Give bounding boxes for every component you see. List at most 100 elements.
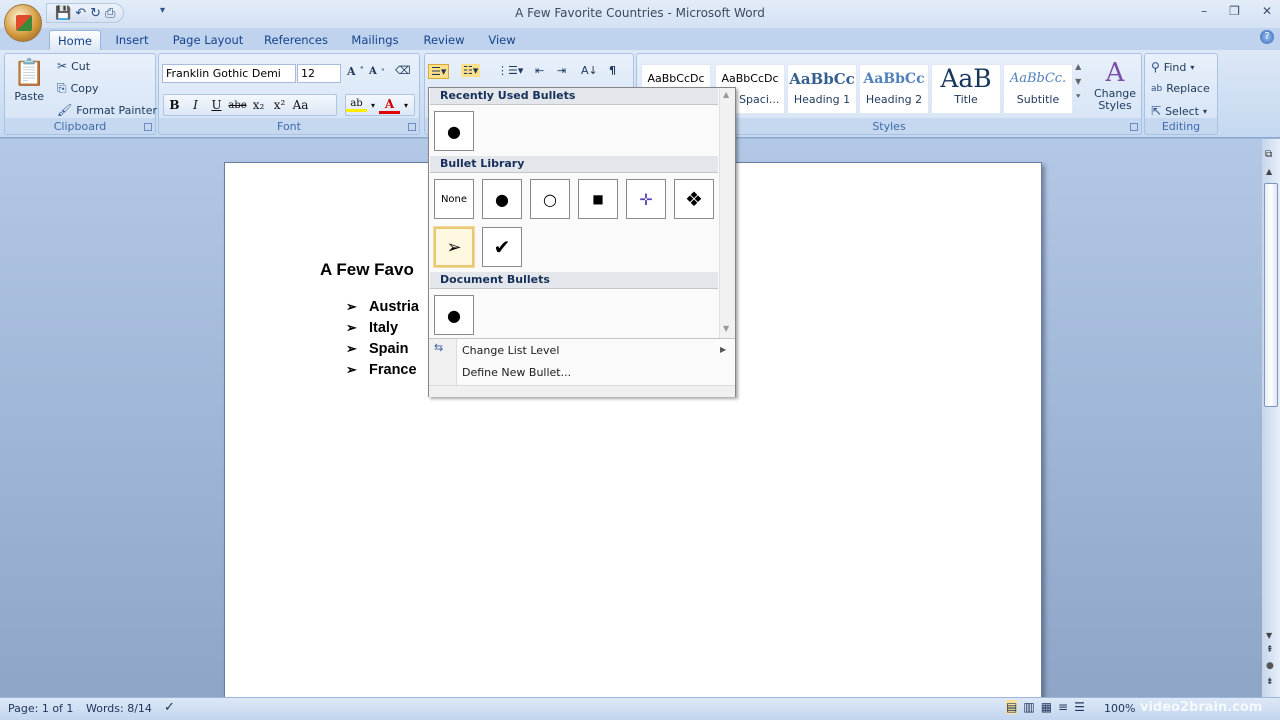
help-icon[interactable]: ? [1260,30,1274,44]
list-item[interactable]: ➢ Italy [346,320,398,336]
list-item[interactable]: ➢ Austria [346,299,419,315]
scroll-thumb[interactable] [1264,183,1278,407]
bullet-none[interactable]: None [434,179,474,219]
decrease-indent-icon[interactable]: ⇤ [535,64,544,77]
bullet-diamonds[interactable]: ❖ [674,179,714,219]
change-list-level-item[interactable]: Change List Level [462,344,559,357]
browse-object-icon[interactable]: ● [1266,661,1274,671]
tab-page-layout[interactable]: Page Layout [170,30,246,51]
tab-references[interactable]: References [262,30,330,51]
underline-button[interactable]: U [206,98,227,112]
change-styles-button[interactable]: A Change Styles [1093,58,1137,112]
paste-button[interactable]: 📋 Paste [13,58,45,103]
page-count[interactable]: Page: 1 of 1 [8,702,73,715]
highlight-dropdown-icon[interactable]: ▾ [367,101,379,110]
bullet-circle[interactable]: ○ [530,179,570,219]
minimize-icon[interactable]: – [1201,4,1207,18]
color-buttons: ab ▾ A ▾ [345,94,415,116]
define-new-bullet-item[interactable]: Define New Bullet... [462,366,571,379]
tab-insert[interactable]: Insert [110,30,154,51]
restore-icon[interactable]: ❐ [1229,4,1240,18]
increase-indent-icon[interactable]: ⇥ [557,64,566,77]
office-button[interactable] [4,4,42,42]
styles-launcher-icon[interactable] [1130,123,1138,131]
document-bullet-disc[interactable]: ● [434,295,474,335]
style-heading-2[interactable]: AaBbCc Heading 2 [859,64,929,114]
web-layout-icon[interactable]: ▦ [1041,700,1052,714]
change-case-button[interactable]: Aa [290,98,311,112]
find-button[interactable]: ⚲ Find ▾ [1151,60,1194,74]
bullet-checkmark[interactable]: ✔ [482,227,522,267]
tab-view[interactable]: View [484,30,520,51]
recent-bullet-disc[interactable]: ● [434,111,474,151]
highlight-icon[interactable]: ab [346,98,367,112]
grow-font-button[interactable]: A ˄ [347,65,364,78]
outline-icon[interactable]: ≡ [1058,700,1068,714]
next-page-icon[interactable]: ⇟ [1266,677,1274,687]
binoculars-icon: ⚲ [1151,60,1160,74]
copy-button[interactable]: ⎘ Copy [57,81,99,96]
change-list-level-icon: ⇆ [434,341,444,354]
show-formatting-icon[interactable]: ¶ [609,64,616,77]
full-screen-reading-icon[interactable]: ▥ [1023,700,1034,714]
redo-icon[interactable]: ↻ [90,6,101,21]
font-color-icon[interactable]: A [379,97,400,114]
zoom-level[interactable]: 100% [1104,702,1135,715]
list-item[interactable]: ➢ Spain [346,341,408,357]
tab-home[interactable]: Home [49,30,101,51]
style-title[interactable]: AaB Title [931,64,1001,114]
bullets-button[interactable]: ☰▾ [428,64,450,79]
bullet-arrow[interactable]: ➢ [434,227,474,267]
previous-page-icon[interactable]: ⇞ [1266,645,1274,655]
close-icon[interactable]: ✕ [1262,4,1272,18]
superscript-button[interactable]: x² [269,98,290,112]
cut-button[interactable]: ✂ Cut [57,59,90,73]
bullet-crosshair[interactable]: ✛ [626,179,666,219]
font-color-dropdown-icon[interactable]: ▾ [400,101,412,110]
style-heading-1[interactable]: AaBbCc Heading 1 [787,64,857,114]
tab-review[interactable]: Review [420,30,468,51]
editing-label: Editing [1161,120,1201,133]
multilevel-list-button[interactable]: ⋮☰▾ [497,64,523,77]
scroll-up-icon[interactable]: ▲ [723,90,729,99]
scroll-up-icon[interactable]: ▲ [1266,167,1272,176]
bullet-square[interactable]: ■ [578,179,618,219]
shrink-font-button[interactable]: A ˅ [369,66,385,77]
strikethrough-button[interactable]: abe [227,100,248,111]
menu-scrollbar[interactable]: ▲ ▼ [719,88,735,338]
font-launcher-icon[interactable] [408,123,416,131]
clipboard-launcher-icon[interactable] [144,123,152,131]
subscript-button[interactable]: x₂ [248,98,269,112]
resize-grip[interactable] [429,385,735,397]
vertical-scrollbar[interactable]: ⧉ ▲ ▼ ⇞ ● ⇟ [1262,139,1280,697]
print-layout-icon[interactable]: ▤ [1006,700,1018,714]
list-item[interactable]: ➢ France [346,362,417,378]
styles-scroll-buttons[interactable]: ▲ ▼ ⯆ [1075,62,1081,102]
style-subtitle[interactable]: AaBbCc. Subtitle [1003,64,1073,114]
tab-mailings[interactable]: Mailings [346,30,404,51]
bullet-disc[interactable]: ● [482,179,522,219]
print-icon[interactable]: ⎙ [105,6,115,21]
replace-button[interactable]: ab Replace [1151,82,1210,95]
scroll-down-icon[interactable]: ▼ [1266,631,1272,640]
italic-button[interactable]: I [185,98,206,112]
font-name-select[interactable]: Franklin Gothic Demi [162,64,296,83]
sort-icon[interactable]: A↓ [581,64,598,77]
document-heading[interactable]: A Few Favo [320,260,414,280]
scroll-down-icon[interactable]: ▼ [723,324,729,333]
undo-icon[interactable]: ↶ [75,6,86,21]
format-painter-button[interactable]: 🖌 Format Painter [57,103,157,117]
save-icon[interactable]: 💾 [55,6,71,21]
font-size-select[interactable]: 12 [297,64,341,83]
numbering-button[interactable]: ☷▾ [461,64,481,77]
clear-formatting-icon[interactable]: ⌫ [395,64,411,77]
draft-icon[interactable]: ☰ [1074,700,1085,714]
editing-group: ⚲ Find ▾ ab Replace ⇱ Select ▾ Editing [1144,53,1218,135]
replace-icon: ab [1151,83,1163,94]
bold-button[interactable]: B [164,98,185,112]
word-count[interactable]: Words: 8/14 [86,702,152,715]
select-button[interactable]: ⇱ Select ▾ [1151,104,1207,118]
customize-qat-icon[interactable]: ▾ [160,5,165,16]
ruler-toggle-icon[interactable]: ⧉ [1265,149,1272,160]
proofing-icon[interactable]: ✓ [164,700,175,715]
